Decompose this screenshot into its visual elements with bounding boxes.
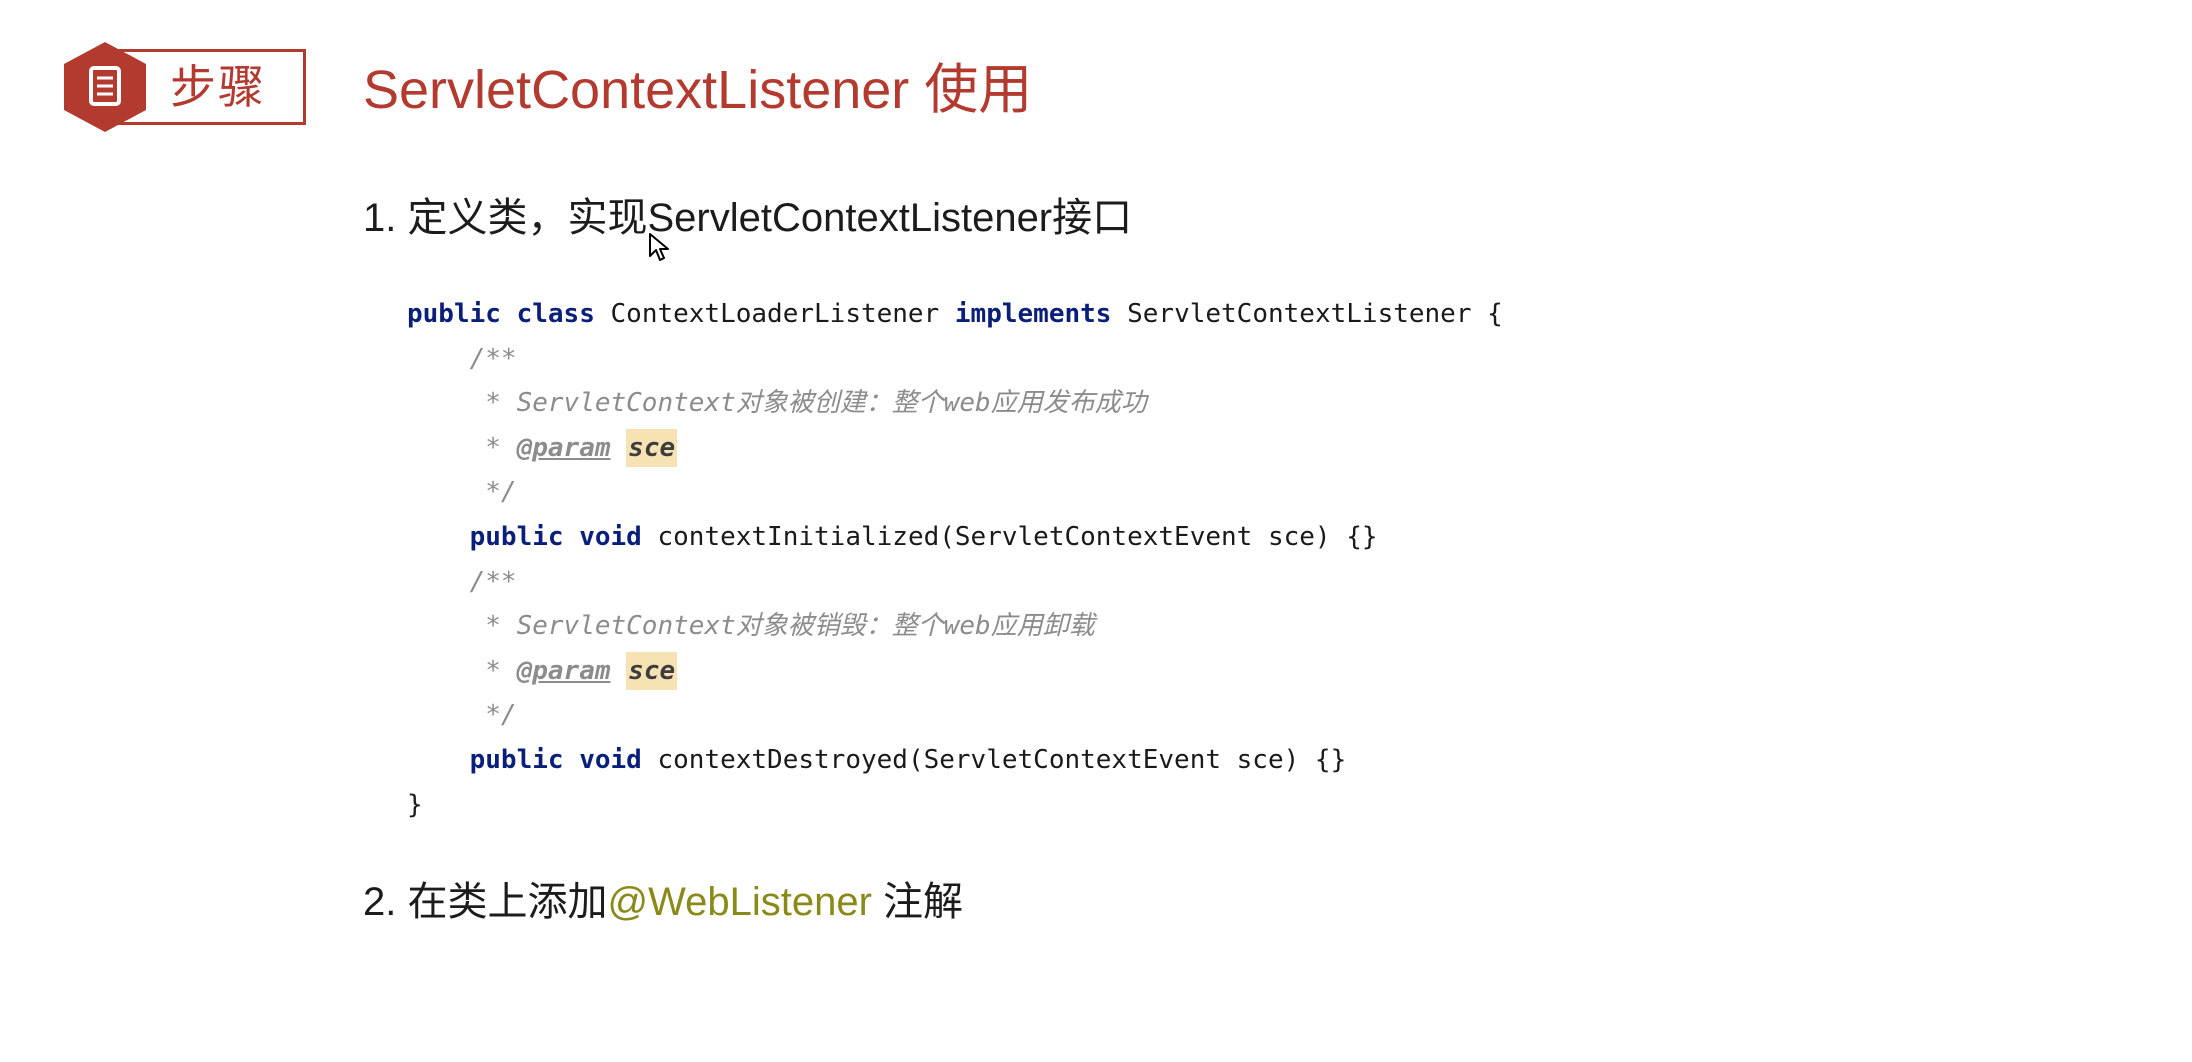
code-line-comment-open: /** [407,337,1503,382]
code-keyword: class [516,299,595,329]
code-line-close-brace: } [407,783,1503,828]
step-2-number: 2. [363,880,397,924]
section-badge: 步骤 [62,40,310,134]
code-javadoc-tag: @param [516,432,611,463]
step-1-text: 定义类，实现ServletContextListener接口 [407,196,1133,240]
step-2: 2. 在类上添加@WebListener 注解 [363,874,963,930]
code-method-signature: contextInitialized(ServletContextEvent s… [657,521,1378,552]
code-param-highlight: sce [626,428,678,467]
code-class-name: ContextLoaderListener [610,299,940,329]
code-line-method-initialized: public void contextInitialized(ServletCo… [407,515,1503,560]
code-close-brace: } [407,789,423,820]
step-2-text-before: 在类上添加 [407,880,608,924]
code-comment: * [469,655,517,686]
code-block: public class ContextLoaderListener imple… [407,292,1503,827]
code-comment: * ServletContext对象被创建：整个web应用发布成功 [469,388,1147,419]
code-javadoc-tag: @param [516,655,611,686]
code-keyword: implements [954,299,1112,329]
code-comment: /** [469,343,517,374]
step-2-annotation: @WebListener [607,880,872,924]
code-param-highlight: sce [626,651,678,690]
code-keyword: public [407,299,501,329]
code-keyword: void [579,521,642,552]
code-comment: * [469,432,517,463]
code-line-comment-close: */ [407,693,1503,738]
code-line-comment-param: * @param sce [407,649,1503,694]
code-method-signature: contextDestroyed(ServletContextEvent sce… [657,744,1347,775]
code-line-comment-desc: * ServletContext对象被销毁：整个web应用卸载 [407,604,1503,649]
document-icon [64,42,146,132]
code-line-method-destroyed: public void contextDestroyed(ServletCont… [407,738,1503,783]
step-2-text-after: 注解 [871,880,964,924]
code-line-comment-param: * @param sce [407,426,1503,471]
step-1: 1. 定义类，实现ServletContextListener接口 [363,190,1132,246]
code-comment: */ [469,477,517,508]
page-title: ServletContextListener 使用 [363,60,1033,120]
code-comment: * ServletContext对象被销毁：整个web应用卸载 [469,611,1095,642]
code-line-comment-desc: * ServletContext对象被创建：整个web应用发布成功 [407,381,1503,426]
step-1-number: 1. [363,196,397,240]
badge-label: 步骤 [170,60,266,114]
code-keyword: void [579,744,642,775]
mouse-pointer-icon [649,233,669,261]
code-line-comment-open: /** [407,560,1503,605]
code-comment: */ [469,700,517,731]
code-interface-name: ServletContextListener { [1127,299,1503,329]
code-keyword: public [469,521,564,552]
code-line-class-decl: public class ContextLoaderListener imple… [407,292,1503,337]
code-comment: /** [469,566,517,597]
code-keyword: public [469,744,564,775]
code-line-comment-close: */ [407,470,1503,515]
